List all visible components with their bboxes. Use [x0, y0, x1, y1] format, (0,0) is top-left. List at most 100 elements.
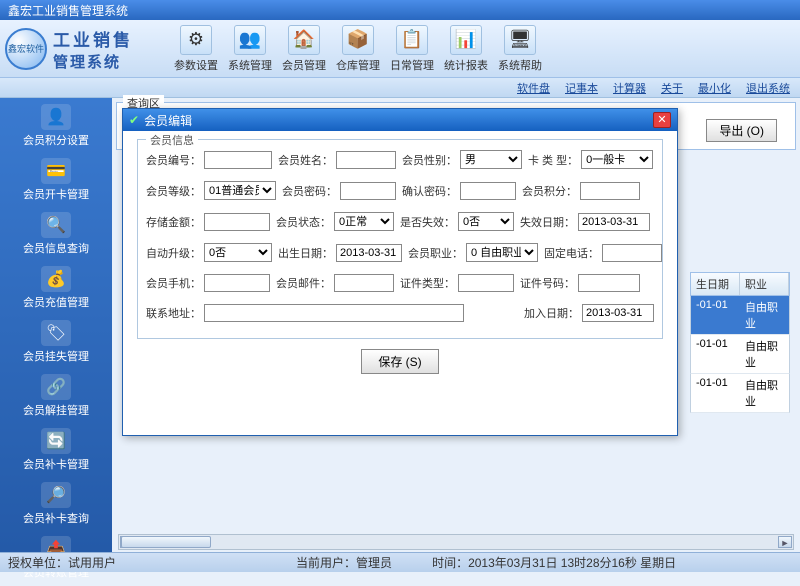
status-time: 2013年03月31日 13时28分16秒 星期日 [468, 556, 676, 570]
sidebar-icon: 💰 [41, 266, 71, 292]
phone-input[interactable] [602, 244, 662, 262]
sidebar: 👤 会员积分设置 💳 会员开卡管理 🔍 会员信息查询 💰 会员充值管理 🏷 会员挂失管理 🔗会员解挂… [0, 98, 112, 552]
table-row[interactable]: -01-01自由职业 [690, 374, 790, 413]
card-type-select[interactable]: 0一般卡 [581, 150, 653, 169]
sidebar-item-1[interactable]: 💳 会员开卡管理 [0, 154, 112, 208]
data-table: 生日期 职业 -01-01自由职业-01-01自由职业-01-01自由职业 [690, 272, 790, 413]
member-info-fieldset: 会员信息 会员编号： 会员姓名： 会员性别：男 卡 类 型：0一般卡 会员等级：… [137, 139, 663, 339]
sidebar-item-0[interactable]: 👤 会员积分设置 [0, 100, 112, 154]
sidebar-icon: 🔗 [41, 374, 71, 400]
birthday-input[interactable] [336, 244, 402, 262]
sidebar-label: 会员信息查询 [0, 240, 112, 256]
id-type-input[interactable] [458, 274, 514, 292]
toolbar-icon: 🖥 [504, 25, 536, 55]
toolbar-0[interactable]: ⚙ 参数设置 [170, 25, 222, 73]
id-number-input[interactable] [578, 274, 640, 292]
export-button[interactable]: 导出 (O) [706, 119, 777, 142]
disable-date-input[interactable] [578, 213, 650, 231]
job-select[interactable]: 0 自由职业 [466, 243, 538, 262]
email-input[interactable] [334, 274, 394, 292]
toolbar-icon: 📊 [450, 25, 482, 55]
toolbar-icon: 📦 [342, 25, 374, 55]
toolbar-label: 系统管理 [224, 57, 276, 73]
link-2[interactable]: 计算器 [613, 80, 646, 96]
save-button[interactable]: 保存 (S) [361, 349, 438, 374]
points-input[interactable] [580, 182, 640, 200]
member-id-input[interactable] [204, 151, 272, 169]
logo-line1: 工业销售 [53, 26, 133, 51]
toolbar-icon: 👥 [234, 25, 266, 55]
sidebar-item-6[interactable]: 🔄 会员补卡管理 [0, 424, 112, 478]
status-unit: 试用用户 [68, 556, 116, 570]
scroll-thumb[interactable] [121, 536, 211, 548]
th-job[interactable]: 职业 [740, 273, 789, 295]
sidebar-icon: 🔄 [41, 428, 71, 454]
close-icon[interactable]: ✕ [653, 112, 671, 128]
toolbar-label: 统计报表 [440, 57, 492, 73]
horizontal-scrollbar[interactable]: ◄ ► [118, 534, 794, 550]
dialog-titlebar[interactable]: ✔ 会员编辑 ✕ [123, 109, 677, 131]
sidebar-label: 会员挂失管理 [0, 348, 112, 364]
sidebar-icon: 💳 [41, 158, 71, 184]
confirm-password-input[interactable] [460, 182, 516, 200]
disabled-select[interactable]: 0否 [458, 212, 514, 231]
logo: 鑫宏软件 工业销售 管理系统 [5, 26, 170, 72]
link-5[interactable]: 退出系统 [746, 80, 790, 96]
dialog-title: 会员编辑 [144, 112, 192, 129]
sidebar-label: 会员开卡管理 [0, 186, 112, 202]
member-name-input[interactable] [336, 151, 396, 169]
toolbar-2[interactable]: 🏠 会员管理 [278, 25, 330, 73]
toolbar-5[interactable]: 📊 统计报表 [440, 25, 492, 73]
link-4[interactable]: 最小化 [698, 80, 731, 96]
level-select[interactable]: 01普通会员 [204, 181, 276, 200]
sidebar-label: 会员积分设置 [0, 132, 112, 148]
deposit-input[interactable] [204, 213, 270, 231]
toolbar-6[interactable]: 🖥系统帮助 [494, 25, 546, 73]
mobile-input[interactable] [204, 274, 270, 292]
sidebar-item-2[interactable]: 🔍 会员信息查询 [0, 208, 112, 262]
toolbar-icon: 🏠 [288, 25, 320, 55]
sidebar-item-5[interactable]: 🔗会员解挂管理 [0, 370, 112, 424]
link-bar: 软件盘记事本计算器关于最小化退出系统 [0, 78, 800, 98]
status-bar: 授权单位：试用用户 当前用户：管理员 时间：2013年03月31日 13时28分… [0, 552, 800, 572]
check-icon: ✔ [129, 113, 139, 127]
header-toolbar: 鑫宏软件 工业销售 管理系统 ⚙ 参数设置 👥 系统管理 🏠 会员管理 📦 仓库管理📋日常管理… [0, 20, 800, 78]
toolbar-icon: 📋 [396, 25, 428, 55]
scroll-right-icon[interactable]: ► [778, 536, 792, 548]
sidebar-icon: 🔍 [41, 212, 71, 238]
gender-select[interactable]: 男 [460, 150, 522, 169]
logo-icon: 鑫宏软件 [5, 28, 47, 70]
sidebar-label: 会员补卡管理 [0, 456, 112, 472]
sidebar-item-3[interactable]: 💰 会员充值管理 [0, 262, 112, 316]
status-select[interactable]: 0正常 [334, 212, 394, 231]
address-input[interactable] [204, 304, 464, 322]
toolbar-label: 会员管理 [278, 57, 330, 73]
sidebar-icon: 👤 [41, 104, 71, 130]
status-user: 管理员 [356, 556, 392, 570]
toolbar-label: 仓库管理 [332, 57, 384, 73]
sidebar-item-4[interactable]: 🏷 会员挂失管理 [0, 316, 112, 370]
th-date[interactable]: 生日期 [691, 273, 740, 295]
link-1[interactable]: 记事本 [565, 80, 598, 96]
link-0[interactable]: 软件盘 [517, 80, 550, 96]
logo-line2: 管理系统 [53, 51, 133, 72]
toolbar-label: 参数设置 [170, 57, 222, 73]
toolbar-4[interactable]: 📋日常管理 [386, 25, 438, 73]
table-row[interactable]: -01-01自由职业 [690, 335, 790, 374]
sidebar-item-7[interactable]: 🔎会员补卡查询 [0, 478, 112, 532]
sidebar-label: 会员充值管理 [0, 294, 112, 310]
toolbar-icon: ⚙ [180, 25, 212, 55]
sidebar-icon: 🏷 [41, 320, 71, 346]
window-titlebar: 鑫宏工业销售管理系统 [0, 0, 800, 20]
auto-upgrade-select[interactable]: 0否 [204, 243, 272, 262]
password-input[interactable] [340, 182, 396, 200]
table-row[interactable]: -01-01自由职业 [690, 296, 790, 335]
link-3[interactable]: 关于 [661, 80, 683, 96]
fieldset-legend: 会员信息 [146, 132, 198, 148]
toolbar-3[interactable]: 📦 仓库管理 [332, 25, 384, 73]
join-date-input[interactable] [582, 304, 654, 322]
sidebar-icon: 🔎 [41, 482, 71, 508]
toolbar-1[interactable]: 👥 系统管理 [224, 25, 276, 73]
member-edit-dialog: ✔ 会员编辑 ✕ 会员信息 会员编号： 会员姓名： 会员性别：男 卡 类 型：0… [122, 108, 678, 436]
app-title: 鑫宏工业销售管理系统 [8, 4, 128, 18]
